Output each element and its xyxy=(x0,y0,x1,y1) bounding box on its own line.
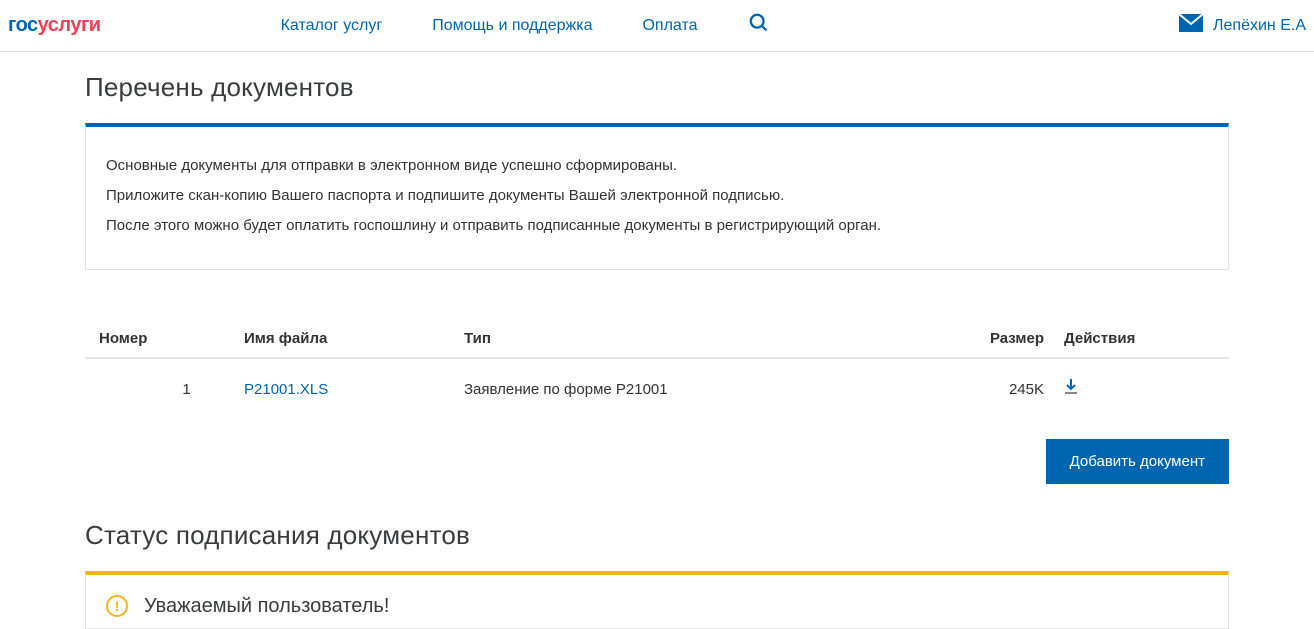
cell-number: 1 xyxy=(99,381,244,398)
header-number: Номер xyxy=(99,330,244,347)
add-document-button[interactable]: Добавить документ xyxy=(1046,439,1229,484)
logo[interactable]: госуслуги xyxy=(8,14,101,37)
user-name-label: Лепёхин Е.А xyxy=(1213,17,1306,35)
nav-help[interactable]: Помощь и поддержка xyxy=(432,17,592,35)
info-line-1: Основные документы для отправки в электр… xyxy=(106,151,1208,181)
main-content: Перечень документов Основные документы д… xyxy=(0,52,1314,629)
warning-icon: ! xyxy=(106,595,128,617)
status-section-title: Статус подписания документов xyxy=(85,520,1229,551)
info-line-3: После этого можно будет оплатить госпошл… xyxy=(106,211,1208,241)
cell-type: Заявление по форме Р21001 xyxy=(464,381,944,398)
info-line-2: Приложите скан-копию Вашего паспорта и п… xyxy=(106,181,1208,211)
status-section: Статус подписания документов ! Уважаемый… xyxy=(85,520,1229,629)
download-icon[interactable] xyxy=(1064,382,1078,399)
info-box: Основные документы для отправки в электр… xyxy=(85,123,1229,270)
nav-payment[interactable]: Оплата xyxy=(642,17,697,35)
mail-icon xyxy=(1179,14,1203,37)
search-icon[interactable] xyxy=(748,12,770,39)
warning-title: Уважаемый пользователь! xyxy=(144,595,389,618)
header-filename: Имя файла xyxy=(244,330,464,347)
documents-table: Номер Имя файла Тип Размер Действия 1 P2… xyxy=(85,320,1229,419)
warning-box: ! Уважаемый пользователь! xyxy=(85,571,1229,629)
file-link[interactable]: P21001.XLS xyxy=(244,381,328,398)
header-size: Размер xyxy=(944,330,1064,347)
table-header: Номер Имя файла Тип Размер Действия xyxy=(85,320,1229,359)
top-header: госуслуги Каталог услуг Помощь и поддерж… xyxy=(0,0,1314,52)
table-row: 1 P21001.XLS Заявление по форме Р21001 2… xyxy=(85,359,1229,419)
documents-section-title: Перечень документов xyxy=(85,72,1229,103)
cell-size: 245K xyxy=(944,381,1064,398)
nav-catalog[interactable]: Каталог услуг xyxy=(281,17,383,35)
user-menu[interactable]: Лепёхин Е.А xyxy=(1179,14,1306,37)
header-type: Тип xyxy=(464,330,944,347)
button-row: Добавить документ xyxy=(85,439,1229,484)
header-actions: Действия xyxy=(1064,330,1215,347)
